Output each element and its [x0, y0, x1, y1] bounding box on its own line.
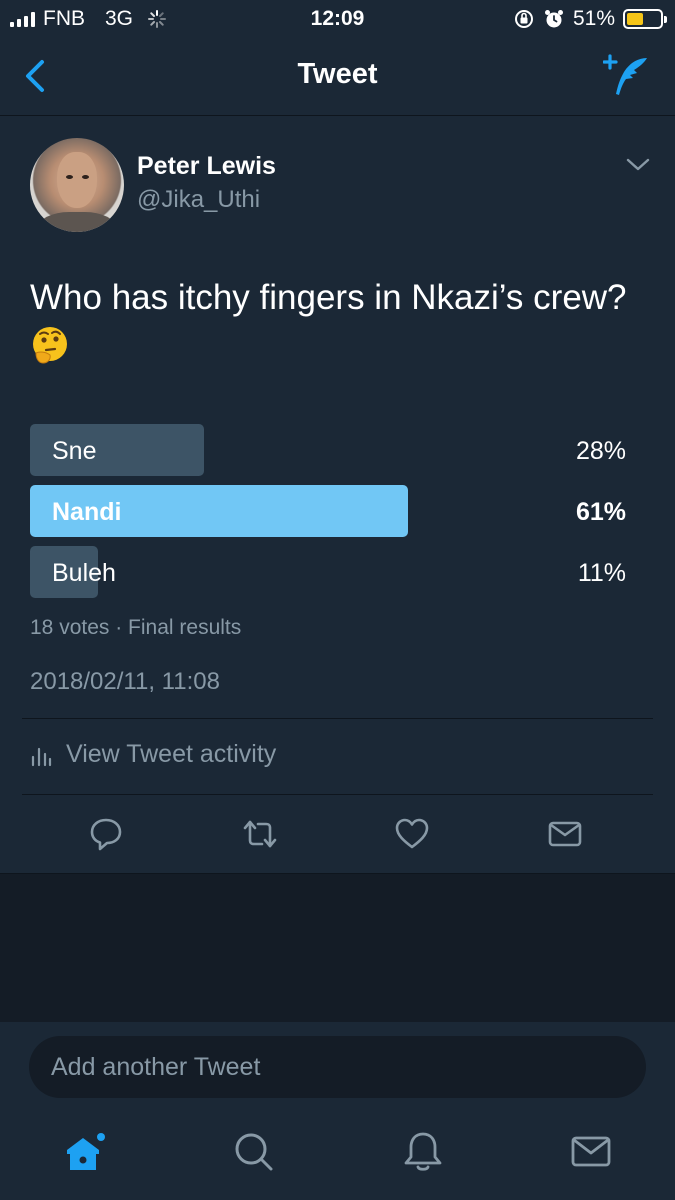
poll-option-sne: Sne 28% [30, 424, 626, 476]
orientation-lock-icon [514, 10, 533, 28]
poll-option-label: Buleh [52, 559, 116, 587]
search-icon[interactable] [232, 1130, 276, 1174]
tweet-detail: Peter Lewis @Jika_Uthi Who has itchy fin… [0, 116, 675, 874]
tweet-text-body: Who has itchy fingers in Nkazi’s crew? [30, 278, 627, 317]
author-handle[interactable]: @Jika_Uthi [137, 186, 260, 214]
poll-option-nandi: Nandi 61% [30, 485, 626, 537]
divider [22, 794, 653, 795]
notifications-icon[interactable] [401, 1130, 445, 1174]
tweet-actions [0, 816, 675, 856]
battery-percentage: 51% [572, 7, 615, 30]
retweet-icon[interactable] [242, 816, 278, 852]
navigation-bar: Tweet [0, 38, 675, 116]
battery-icon [623, 9, 667, 29]
home-icon[interactable] [63, 1130, 107, 1174]
tweet-timestamp: 2018/02/11, 11:08 [30, 668, 220, 695]
messages-icon[interactable] [569, 1130, 613, 1174]
like-icon[interactable] [394, 816, 430, 852]
page-title: Tweet [297, 58, 378, 90]
view-tweet-activity-link[interactable]: View Tweet activity [30, 740, 276, 769]
bottom-area: Add another Tweet [0, 1022, 675, 1200]
activity-label: View Tweet activity [66, 740, 277, 768]
status-right: 51% [513, 7, 667, 31]
poll-option-buleh: Buleh 11% [30, 546, 626, 598]
avatar[interactable] [30, 138, 124, 232]
add-another-tweet-input[interactable]: Add another Tweet [29, 1036, 646, 1098]
tweet-text: Who has itchy fingers in Nkazi’s crew? [30, 274, 650, 370]
author-name[interactable]: Peter Lewis [137, 152, 276, 181]
compose-tweet-icon[interactable] [603, 52, 651, 100]
poll-option-label: Nandi [52, 498, 122, 526]
battery-level [627, 13, 644, 25]
poll-option-percent: 11% [577, 559, 626, 587]
poll-summary: 18 votes · Final results [30, 616, 242, 639]
divider [22, 718, 653, 719]
poll-option-label: Sne [52, 437, 97, 465]
status-bar: FNB 3G 12:09 51% [0, 0, 675, 38]
thinking-face-emoji [33, 327, 67, 364]
poll-option-percent: 61% [575, 498, 626, 526]
alarm-icon [544, 10, 563, 28]
analytics-icon [31, 747, 52, 766]
poll-option-percent: 28% [575, 437, 626, 465]
reply-icon[interactable] [88, 816, 124, 852]
direct-message-icon[interactable] [547, 816, 583, 852]
chevron-down-icon[interactable] [625, 156, 651, 174]
